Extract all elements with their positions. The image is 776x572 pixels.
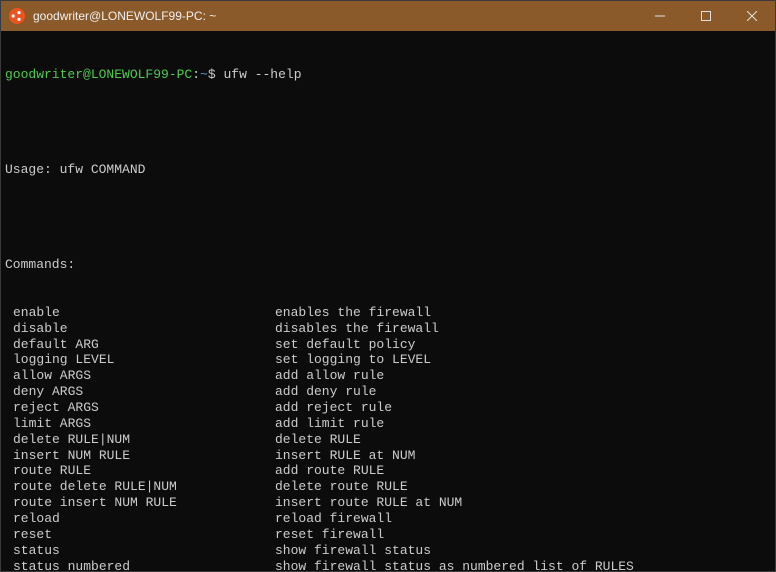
terminal-body[interactable]: goodwriter@LONEWOLF99-PC:~$ ufw --help U… (1, 31, 775, 571)
ubuntu-icon (9, 8, 25, 24)
command-name: reject ARGS (5, 400, 275, 416)
command-row: allow ARGSadd allow rule (5, 368, 771, 384)
entered-command: ufw --help (223, 67, 301, 82)
command-description: add deny rule (275, 384, 376, 400)
command-description: set logging to LEVEL (275, 352, 431, 368)
prompt-colon: : (192, 67, 200, 82)
command-row: resetreset firewall (5, 527, 771, 543)
command-name: route delete RULE|NUM (5, 479, 275, 495)
command-row: limit ARGSadd limit rule (5, 416, 771, 432)
command-name: limit ARGS (5, 416, 275, 432)
blank-line (5, 114, 771, 130)
maximize-button[interactable] (683, 1, 729, 31)
command-description: add reject rule (275, 400, 392, 416)
window-controls (637, 1, 775, 31)
command-name: enable (5, 305, 275, 321)
command-name: status (5, 543, 275, 559)
command-description: delete route RULE (275, 479, 408, 495)
command-description: delete RULE (275, 432, 361, 448)
command-name: reset (5, 527, 275, 543)
close-button[interactable] (729, 1, 775, 31)
command-description: add allow rule (275, 368, 384, 384)
command-row: status numberedshow firewall status as n… (5, 559, 771, 571)
terminal-window: goodwriter@LONEWOLF99-PC: ~ goodwriter@L… (0, 0, 776, 572)
command-row: disabledisables the firewall (5, 321, 771, 337)
command-row: statusshow firewall status (5, 543, 771, 559)
command-name: insert NUM RULE (5, 448, 275, 464)
prompt-line-1: goodwriter@LONEWOLF99-PC:~$ ufw --help (5, 67, 771, 83)
command-description: disables the firewall (275, 321, 439, 337)
command-name: default ARG (5, 337, 275, 353)
titlebar[interactable]: goodwriter@LONEWOLF99-PC: ~ (1, 1, 775, 31)
command-description: insert route RULE at NUM (275, 495, 462, 511)
command-description: reload firewall (275, 511, 392, 527)
command-description: show firewall status (275, 543, 431, 559)
command-name: route insert NUM RULE (5, 495, 275, 511)
command-row: reloadreload firewall (5, 511, 771, 527)
command-description: set default policy (275, 337, 415, 353)
window-title: goodwriter@LONEWOLF99-PC: ~ (33, 9, 637, 23)
command-row: route RULEadd route RULE (5, 463, 771, 479)
commands-header: Commands: (5, 257, 771, 273)
command-name: allow ARGS (5, 368, 275, 384)
command-row: route insert NUM RULEinsert route RULE a… (5, 495, 771, 511)
prompt-symbol: $ (208, 67, 216, 82)
command-name: reload (5, 511, 275, 527)
command-row: logging LEVELset logging to LEVEL (5, 352, 771, 368)
command-description: add route RULE (275, 463, 384, 479)
prompt-user-host: goodwriter@LONEWOLF99-PC (5, 67, 192, 82)
command-description: show firewall status as numbered list of… (275, 559, 634, 571)
command-row: deny ARGSadd deny rule (5, 384, 771, 400)
command-description: enables the firewall (275, 305, 431, 321)
command-name: deny ARGS (5, 384, 275, 400)
command-row: insert NUM RULEinsert RULE at NUM (5, 448, 771, 464)
command-description: add limit rule (275, 416, 384, 432)
command-row: enableenables the firewall (5, 305, 771, 321)
commands-list: enableenables the firewalldisabledisable… (5, 305, 771, 571)
command-row: default ARGset default policy (5, 337, 771, 353)
prompt-path: ~ (200, 67, 208, 82)
command-name: logging LEVEL (5, 352, 275, 368)
command-row: reject ARGSadd reject rule (5, 400, 771, 416)
command-row: route delete RULE|NUMdelete route RULE (5, 479, 771, 495)
command-name: delete RULE|NUM (5, 432, 275, 448)
blank-line (5, 210, 771, 226)
command-name: status numbered (5, 559, 275, 571)
usage-line: Usage: ufw COMMAND (5, 162, 771, 178)
minimize-button[interactable] (637, 1, 683, 31)
command-name: route RULE (5, 463, 275, 479)
command-description: reset firewall (275, 527, 384, 543)
command-row: delete RULE|NUMdelete RULE (5, 432, 771, 448)
command-name: disable (5, 321, 275, 337)
command-description: insert RULE at NUM (275, 448, 415, 464)
